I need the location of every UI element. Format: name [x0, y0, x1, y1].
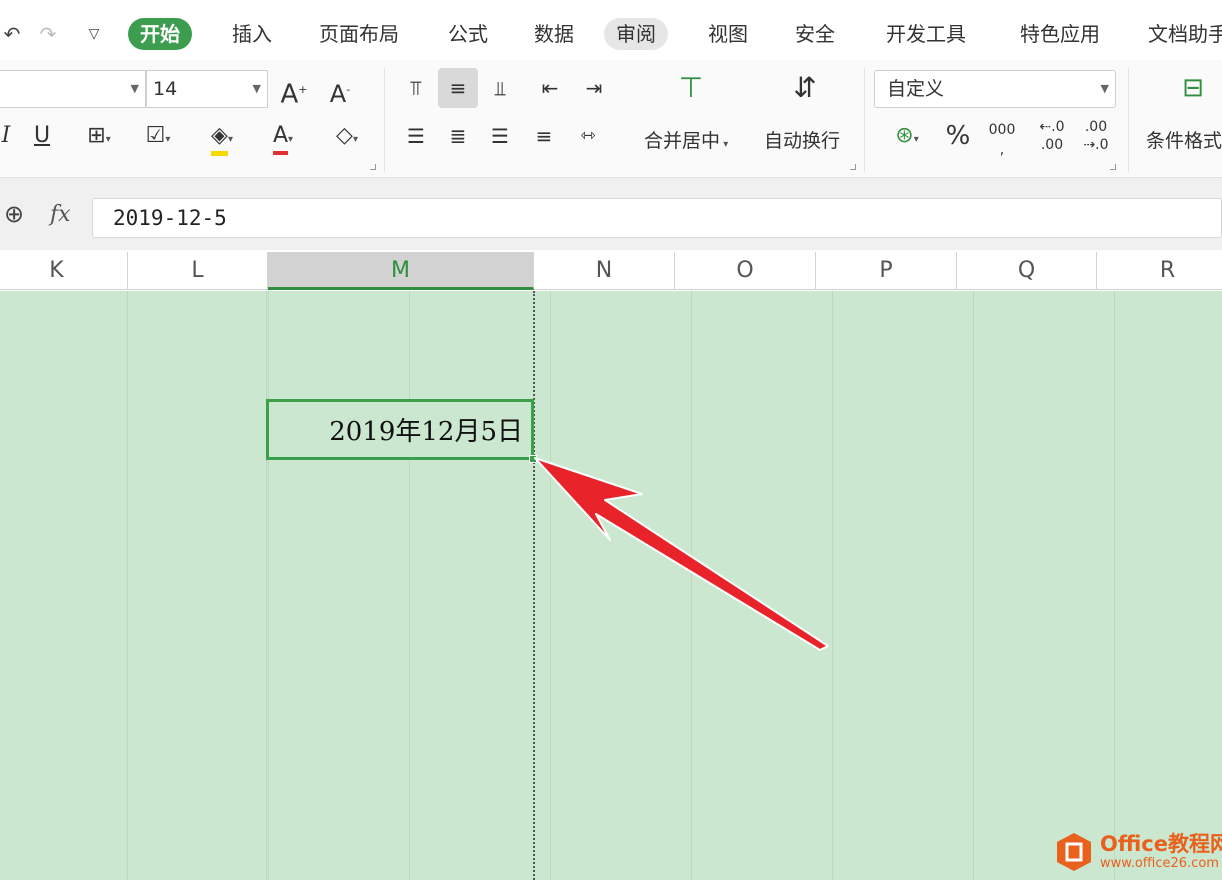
red-arrow-shape: [534, 457, 829, 651]
watermark-name: Office教程网: [1100, 832, 1222, 856]
watermark: Office教程网 www.office26.com: [1056, 826, 1222, 880]
office-logo-icon: [1057, 833, 1091, 871]
red-arrow-annotation: [534, 457, 829, 651]
watermark-url: www.office26.com: [1100, 856, 1219, 871]
